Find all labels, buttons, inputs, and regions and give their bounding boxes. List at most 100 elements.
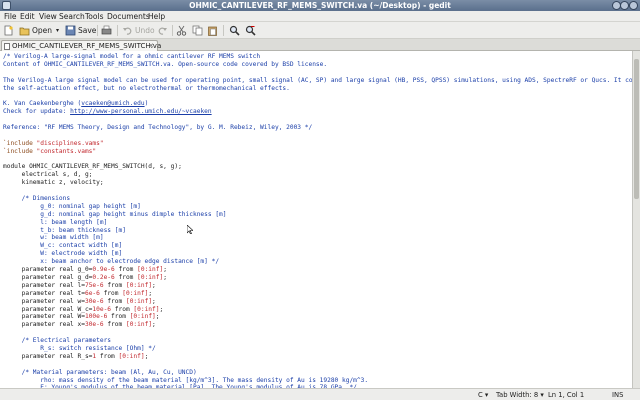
code-line[interactable]: R_s: switch resistance [Ohm] */ [3, 345, 632, 353]
code-line[interactable]: W_c: contact width [m] [3, 242, 632, 250]
tab-width-selector[interactable]: Tab Width: 8 ▾ [496, 391, 544, 399]
language-selector[interactable]: C ▾ [478, 391, 488, 399]
code-line[interactable]: /* Material parameters: beam (Al, Au, Cu… [3, 369, 632, 377]
redo-button[interactable] [157, 24, 168, 37]
code-line[interactable]: rho: mass density of the beam material [… [3, 377, 632, 385]
copy-button[interactable] [192, 24, 203, 37]
code-line[interactable]: parameter real g_d=0.2e-6 from [0:inf]; [3, 274, 632, 282]
title-bar: OHMIC_CANTILEVER_RF_MEMS_SWITCH.va (~/De… [0, 0, 640, 11]
code-line[interactable]: Content of OHMIC_CANTILEVER_RF_MEMS_SWIT… [3, 61, 632, 69]
save-button[interactable]: Save [65, 24, 96, 37]
cursor-position: Ln 1, Col 1 [548, 391, 585, 399]
code-line[interactable] [3, 156, 632, 164]
scrollbar-thumb[interactable] [634, 59, 639, 199]
code-line[interactable]: Check for update: http://www-personal.um… [3, 108, 632, 116]
code-line[interactable] [3, 69, 632, 77]
code-line[interactable] [3, 187, 632, 195]
code-token: 0.9e-6 [92, 266, 115, 274]
code-line[interactable]: t_b: beam thickness [m] [3, 227, 632, 235]
code-line[interactable] [3, 329, 632, 337]
menu-help[interactable]: Help [148, 12, 165, 21]
code-line[interactable]: K. Van Caekenberghe (vcaeken@umich.edu) [3, 100, 632, 108]
document-tab[interactable]: OHMIC_CANTILEVER_RF_MEMS_SWITCH.va ✕ [1, 40, 161, 51]
menu-documents[interactable]: Documents [107, 12, 150, 21]
print-button[interactable] [101, 24, 112, 37]
code-line[interactable]: module OHMIC_CANTILEVER_RF_MEMS_SWITCH(d… [3, 163, 632, 171]
code-token: [0:inf] [118, 352, 145, 360]
menu-edit[interactable]: Edit [20, 12, 35, 21]
code-token: [0:inf] [137, 273, 164, 281]
maximize-button[interactable] [620, 1, 629, 10]
open-button[interactable]: Open ▾ [19, 24, 59, 37]
code-line[interactable]: Reference: "RF MEMS Theory, Design and T… [3, 124, 632, 132]
menu-search[interactable]: Search [59, 12, 85, 21]
cut-icon [176, 25, 187, 36]
code-token: /* Verilog-A large-signal model for a oh… [3, 53, 261, 60]
code-line[interactable]: electrical s, d, g; [3, 171, 632, 179]
close-window-button[interactable] [629, 1, 638, 10]
code-token: t_b: beam thickness [m] [3, 226, 126, 234]
close-tab-icon[interactable]: ✕ [148, 42, 154, 50]
chevron-down-icon: ▾ [540, 391, 544, 399]
code-line[interactable]: g_d: nominal gap height minus dimple thi… [3, 211, 632, 219]
code-line[interactable]: parameter real W_c=10e-6 from [0:inf]; [3, 306, 632, 314]
code-line[interactable]: /* Electrical parameters [3, 337, 632, 345]
toolbar: Open ▾ Save Undo [0, 22, 640, 39]
code-line[interactable]: /* Dimensions [3, 195, 632, 203]
code-line[interactable]: w: beam width [m] [3, 234, 632, 242]
code-line[interactable]: kinematic z, velocity; [3, 179, 632, 187]
code-line[interactable] [3, 92, 632, 100]
code-token: parameter real w= [3, 297, 85, 305]
code-line[interactable] [3, 361, 632, 369]
code-line[interactable]: x: beam anchor to electrode edge distanc… [3, 258, 632, 266]
source-code[interactable]: /* Verilog-A large-signal model for a oh… [0, 51, 632, 388]
find-replace-button[interactable] [245, 24, 256, 37]
code-line[interactable]: /* Verilog-A large-signal model for a oh… [3, 53, 632, 61]
code-token: [0:inf] [125, 321, 153, 329]
code-token: from [103, 321, 126, 329]
code-token: ; [155, 313, 160, 321]
vertical-scrollbar[interactable] [632, 51, 640, 388]
code-token: parameter real g_d= [3, 273, 93, 281]
find-replace-icon [245, 25, 256, 36]
code-line[interactable]: The Verilog-A large signal model can be … [3, 77, 632, 85]
code-line[interactable] [3, 132, 632, 140]
code-line[interactable]: parameter real l=75e-6 from [0:inf]; [3, 282, 632, 290]
code-line[interactable]: `include "disciplines.vams" [3, 140, 632, 148]
code-token: l: beam length [m] [3, 218, 108, 226]
code-line[interactable]: the self-actuation effect, but no electr… [3, 85, 632, 93]
code-token: ; [159, 305, 164, 313]
code-line[interactable]: parameter real t=6e-6 from [0:inf]; [3, 290, 632, 298]
code-line[interactable]: parameter real w=30e-6 from [0:inf]; [3, 298, 632, 306]
undo-button[interactable]: Undo [122, 24, 155, 37]
cut-button[interactable] [176, 24, 187, 37]
code-line[interactable]: W: electrode width [m] [3, 250, 632, 258]
code-token: 10e-6 [92, 305, 112, 313]
menu-file[interactable]: File [4, 12, 17, 21]
text-editor[interactable]: /* Verilog-A large-signal model for a oh… [0, 51, 632, 388]
document-icon [4, 43, 10, 50]
code-line[interactable]: parameter real x=30e-6 from [0:inf]; [3, 321, 632, 329]
code-line[interactable]: parameter real W=100e-6 from [0:inf]; [3, 313, 632, 321]
code-line[interactable]: parameter real g_0=0.9e-6 from [0:inf]; [3, 266, 632, 274]
code-line[interactable] [3, 116, 632, 124]
code-token: ; [163, 266, 167, 274]
code-token: the self-actuation effect, but no electr… [3, 84, 290, 92]
code-line[interactable]: g_0: nominal gap height [m] [3, 203, 632, 211]
code-token: 30e-6 [84, 297, 104, 305]
code-line[interactable]: l: beam length [m] [3, 219, 632, 227]
code-line[interactable]: parameter real R_s=1 from [0:inf]; [3, 353, 632, 361]
code-token: ; [144, 352, 149, 360]
code-line[interactable]: `include "constants.vams" [3, 148, 632, 156]
search-icon [229, 25, 240, 36]
new-document-button[interactable] [3, 24, 14, 37]
code-token: R_s: switch resistance [Ohm] */ [3, 344, 156, 352]
print-icon [101, 25, 112, 36]
chevron-down-icon[interactable]: ▾ [56, 27, 59, 34]
paste-button[interactable] [207, 24, 218, 37]
menu-tools[interactable]: Tools [85, 12, 103, 21]
toolbar-separator [97, 25, 98, 36]
code-token: "constants.vams" [36, 147, 97, 155]
menu-view[interactable]: View [39, 12, 57, 21]
find-button[interactable] [229, 24, 240, 37]
